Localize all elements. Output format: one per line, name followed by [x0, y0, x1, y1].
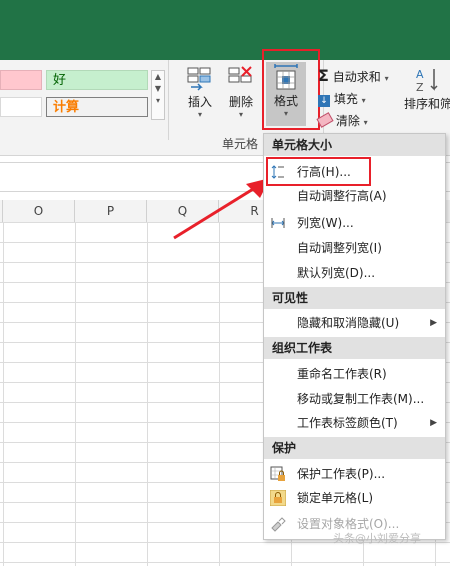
menu-item-protect-sheet[interactable]: 保护工作表(P)... [264, 462, 445, 486]
delete-dropdown-icon: ▾ [238, 110, 243, 119]
menu-item-autofit-column-width[interactable]: 自动调整列宽(I) [264, 236, 445, 260]
watermark: 头条@小刘爱分享 [333, 532, 421, 545]
autosum-dropdown-icon: ▾ [384, 74, 389, 83]
menu-item-lock-cell[interactable]: 锁定单元格(L) [264, 486, 445, 510]
insert-label: 插入 [187, 95, 212, 109]
style-good[interactable]: 好 [46, 70, 148, 90]
fill-label: 填充 [333, 92, 358, 106]
autosum-button[interactable]: Σ 自动求和 ▾ [318, 66, 389, 85]
fill-dropdown-icon: ▾ [361, 96, 366, 105]
fill-button[interactable]: ↓ 填充 ▾ [318, 90, 366, 107]
format-dropdown-menu: 单元格大小 行高(H)... 自动调整行高(A) 列宽(W)... 自动调整列宽… [263, 133, 446, 540]
row-height-highlight-box [266, 157, 371, 186]
column-header-o[interactable]: O [3, 200, 75, 222]
menu-section-protection: 保护 [264, 437, 445, 459]
column-width-icon [271, 218, 285, 228]
menu-item-default-width[interactable]: 默认列宽(D)... [264, 261, 445, 285]
gallery-more-icon[interactable]: ▾ [152, 95, 164, 107]
submenu-arrow-icon: ▶ [430, 318, 437, 328]
clear-dropdown-icon: ▾ [363, 118, 368, 127]
eraser-icon [316, 112, 334, 128]
column-header-p[interactable]: P [75, 200, 147, 222]
title-bar [0, 0, 450, 60]
submenu-arrow-icon: ▶ [430, 418, 437, 428]
menu-item-autofit-row-height[interactable]: 自动调整行高(A) [264, 184, 445, 208]
menu-item-column-width[interactable]: 列宽(W)... [264, 211, 445, 235]
fill-down-icon: ↓ [318, 95, 330, 107]
insert-button[interactable]: 插入 ▾ [183, 65, 217, 119]
sort-az-icon: A Z [416, 68, 438, 94]
menu-item-hide-unhide[interactable]: 隐藏和取消隐藏(U) ▶ [264, 311, 445, 335]
group-separator [168, 60, 169, 140]
menu-section-visibility: 可见性 [264, 287, 445, 309]
clear-button[interactable]: 清除 ▾ [316, 112, 368, 129]
format-cells-icon [271, 517, 286, 532]
style-bad[interactable] [0, 70, 42, 90]
clear-label: 清除 [335, 114, 360, 128]
protect-sheet-icon [270, 466, 285, 481]
autosum-label: 自动求和 [332, 70, 381, 84]
delete-button[interactable]: 删除 ▾ [224, 65, 258, 119]
menu-item-move-copy-sheet[interactable]: 移动或复制工作表(M)... [264, 387, 445, 411]
delete-cells-icon [228, 66, 252, 83]
styles-gallery-scroll[interactable]: ▲ ▼ ▾ [151, 70, 165, 120]
svg-text:Z: Z [416, 81, 424, 94]
menu-section-organize-sheets: 组织工作表 [264, 337, 445, 359]
menu-section-cell-size: 单元格大小 [264, 134, 445, 156]
sigma-icon: Σ [318, 66, 329, 85]
sort-filter-button[interactable]: A Z 排序和筛 [404, 65, 450, 112]
menu-item-tab-color[interactable]: 工作表标签颜色(T) ▶ [264, 411, 445, 435]
sort-filter-label: 排序和筛 [404, 97, 450, 111]
style-calculation[interactable]: 计算 [46, 97, 148, 117]
format-highlight-box [262, 49, 320, 130]
insert-cells-icon [187, 67, 211, 91]
scroll-up-icon[interactable]: ▲ [152, 71, 164, 83]
style-normal[interactable] [0, 97, 42, 117]
menu-item-rename-sheet[interactable]: 重命名工作表(R) [264, 362, 445, 386]
cells-group-label: 单元格 [222, 137, 259, 151]
scroll-down-icon[interactable]: ▼ [152, 83, 164, 95]
lock-icon [270, 490, 286, 506]
svg-text:A: A [416, 68, 424, 81]
delete-label: 删除 [228, 95, 253, 109]
insert-dropdown-icon: ▾ [197, 110, 202, 119]
